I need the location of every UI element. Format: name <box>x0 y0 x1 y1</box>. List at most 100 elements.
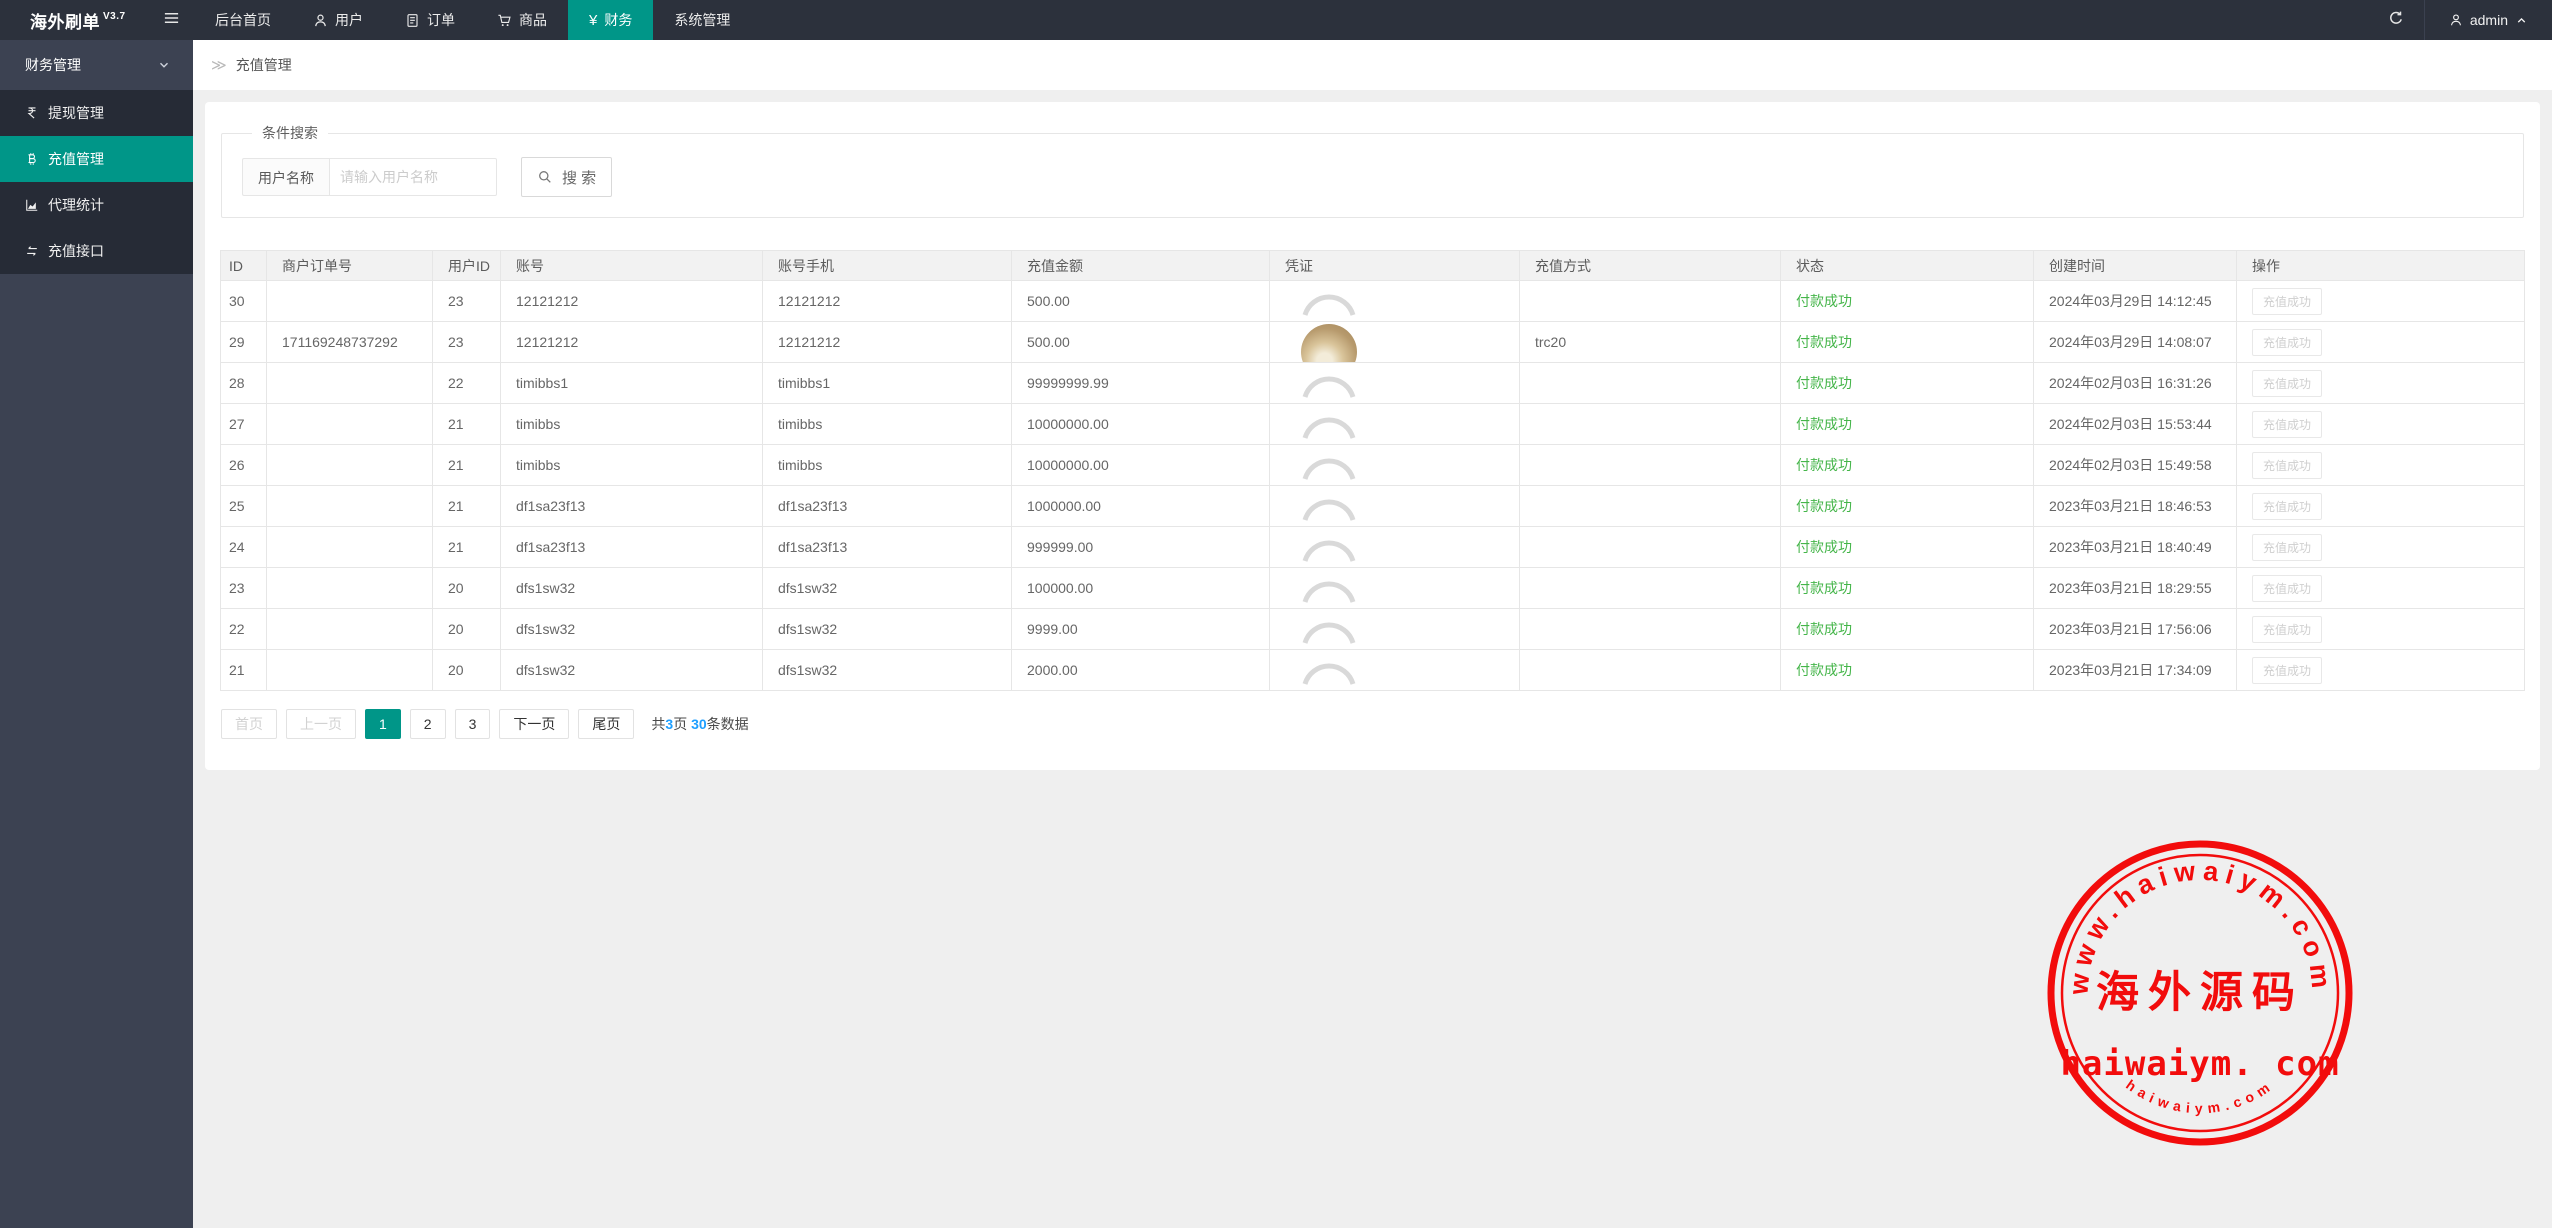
table-cell <box>267 445 433 486</box>
sidebar-items: 提现管理充值管理代理统计充值接口 <box>0 90 193 274</box>
voucher-arc <box>1301 388 1357 403</box>
voucher-arc <box>1301 593 1357 608</box>
sidebar-item-recharge-manage[interactable]: 充值管理 <box>0 136 193 182</box>
table-cell: 1000000.00 <box>1012 486 1270 527</box>
voucher-photo <box>1301 324 1357 362</box>
recharge-table: ID商户订单号用户ID账号账号手机充值金额凭证充值方式状态创建时间操作 3023… <box>220 250 2525 691</box>
sidebar-item-label: 代理统计 <box>48 195 104 215</box>
voucher-arc <box>1301 429 1357 444</box>
breadcrumb: ≫ 充值管理 <box>193 40 2552 90</box>
table-cell: 25 <box>221 486 267 527</box>
page-number-1[interactable]: 1 <box>365 709 401 739</box>
recharge-success-button[interactable]: 充值成功 <box>2252 329 2322 356</box>
voucher-image[interactable] <box>1301 406 1359 444</box>
voucher-image[interactable] <box>1301 365 1359 403</box>
sidebar-toggle-button[interactable] <box>148 0 194 40</box>
breadcrumb-arrow-icon: ≫ <box>211 56 227 74</box>
recharge-success-button[interactable]: 充值成功 <box>2252 575 2322 602</box>
recharge-success-button[interactable]: 充值成功 <box>2252 411 2322 438</box>
status-cell: 付款成功 <box>1781 281 2034 322</box>
table-cell: df1sa23f13 <box>763 486 1012 527</box>
voucher-image[interactable] <box>1301 283 1359 321</box>
page-number-3[interactable]: 3 <box>455 709 491 739</box>
app-logo: 海外刷单V3.7 <box>0 0 148 40</box>
table-cell: 21 <box>433 404 501 445</box>
content-card: 条件搜索 用户名称 搜 索 ID商户订单号用户ID账号账号手机充值金额凭证充值方… <box>205 102 2540 770</box>
voucher-arc <box>1301 306 1357 321</box>
chevron-down-icon <box>157 58 171 72</box>
recharge-success-button[interactable]: 充值成功 <box>2252 616 2322 643</box>
nav-item-goods[interactable]: 商品 <box>476 0 568 40</box>
person-icon <box>313 13 328 28</box>
created-cell: 2024年02月03日 16:31:26 <box>2034 363 2237 404</box>
method-cell: trc20 <box>1520 322 1781 363</box>
table-cell: 21 <box>221 650 267 691</box>
nav-item-label: 订单 <box>427 10 455 30</box>
sidebar-item-label: 充值管理 <box>48 149 104 169</box>
table-cell: dfs1sw32 <box>763 609 1012 650</box>
status-badge: 付款成功 <box>1796 375 1852 391</box>
app-version: V3.7 <box>103 11 126 22</box>
voucher-cell <box>1270 650 1520 691</box>
table-cell: dfs1sw32 <box>763 568 1012 609</box>
method-cell <box>1520 404 1781 445</box>
cart-icon <box>497 13 512 28</box>
table-header-row: ID商户订单号用户ID账号账号手机充值金额凭证充值方式状态创建时间操作 <box>221 251 2525 281</box>
voucher-image[interactable] <box>1301 529 1359 567</box>
voucher-image[interactable] <box>1301 570 1359 608</box>
status-badge: 付款成功 <box>1796 539 1852 555</box>
table-cell <box>267 363 433 404</box>
table-cell: 500.00 <box>1012 322 1270 363</box>
nav-item-users[interactable]: 用户 <box>292 0 384 40</box>
search-button[interactable]: 搜 索 <box>521 157 612 197</box>
status-cell: 付款成功 <box>1781 486 2034 527</box>
status-badge: 付款成功 <box>1796 621 1852 637</box>
nav-item-system[interactable]: 系统管理 <box>653 0 751 40</box>
column-header: 充值金额 <box>1012 251 1270 281</box>
nav-item-home[interactable]: 后台首页 <box>194 0 292 40</box>
page-next-button[interactable]: 下一页 <box>499 709 569 739</box>
navbar-menu: 后台首页用户 订单 商品¥财务系统管理 <box>194 0 751 40</box>
voucher-image[interactable] <box>1301 611 1359 649</box>
recharge-success-button[interactable]: 充值成功 <box>2252 288 2322 315</box>
user-menu[interactable]: admin <box>2425 0 2552 40</box>
hamburger-icon <box>163 10 180 31</box>
page-last-button[interactable]: 尾页 <box>578 709 634 739</box>
sidebar-section-finance[interactable]: 财务管理 <box>0 40 193 90</box>
action-cell: 充值成功 <box>2237 568 2525 609</box>
created-cell: 2024年02月03日 15:53:44 <box>2034 404 2237 445</box>
rupee-icon <box>25 106 39 120</box>
recharge-success-button[interactable]: 充值成功 <box>2252 657 2322 684</box>
table-cell: df1sa23f13 <box>763 527 1012 568</box>
recharge-table-wrap: ID商户订单号用户ID账号账号手机充值金额凭证充值方式状态创建时间操作 3023… <box>220 250 2525 691</box>
recharge-success-button[interactable]: 充值成功 <box>2252 452 2322 479</box>
table-row: 30231212121212121212500.00付款成功2024年03月29… <box>221 281 2525 322</box>
bitcoin-icon <box>25 152 39 166</box>
sidebar-item-label: 提现管理 <box>48 103 104 123</box>
recharge-success-button[interactable]: 充值成功 <box>2252 534 2322 561</box>
sidebar-item-withdraw-manage[interactable]: 提现管理 <box>0 90 193 136</box>
nav-item-finance[interactable]: ¥财务 <box>568 0 653 40</box>
voucher-image[interactable] <box>1301 324 1359 362</box>
nav-item-orders[interactable]: 订单 <box>384 0 476 40</box>
voucher-image[interactable] <box>1301 652 1359 690</box>
recharge-success-button[interactable]: 充值成功 <box>2252 493 2322 520</box>
table-cell <box>267 568 433 609</box>
table-row: 29171169248737292231212121212121212500.0… <box>221 322 2525 363</box>
summary-middle: 页 <box>673 716 691 732</box>
username-input[interactable] <box>329 158 497 196</box>
refresh-button[interactable] <box>2368 0 2424 40</box>
table-row: 2521df1sa23f13df1sa23f131000000.00付款成功20… <box>221 486 2525 527</box>
page-number-2[interactable]: 2 <box>410 709 446 739</box>
table-cell: 23 <box>433 322 501 363</box>
voucher-image[interactable] <box>1301 447 1359 485</box>
recharge-success-button[interactable]: 充值成功 <box>2252 370 2322 397</box>
sidebar-item-recharge-api[interactable]: 充值接口 <box>0 228 193 274</box>
sidebar-item-agent-stats[interactable]: 代理统计 <box>0 182 193 228</box>
voucher-arc <box>1301 634 1357 649</box>
search-icon <box>537 169 553 185</box>
status-cell: 付款成功 <box>1781 445 2034 486</box>
status-badge: 付款成功 <box>1796 334 1852 350</box>
voucher-cell <box>1270 363 1520 404</box>
voucher-image[interactable] <box>1301 488 1359 526</box>
